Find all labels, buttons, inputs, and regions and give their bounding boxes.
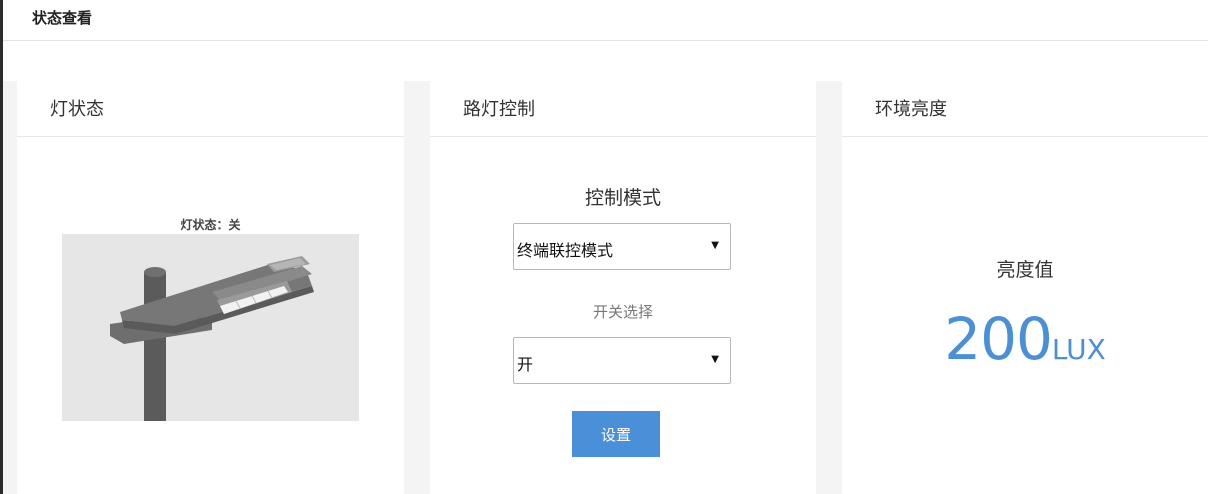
control-mode-value: 终端联控模式: [517, 241, 614, 260]
ambient-light-card: 环境亮度 亮度值 200LUX: [842, 81, 1208, 494]
switch-value: 开: [517, 355, 534, 374]
street-lamp-image: [62, 234, 359, 421]
brightness-reading: 200LUX: [842, 305, 1208, 373]
switch-select-label: 开关选择: [592, 303, 653, 321]
dropdown-arrow-icon: ▼: [711, 354, 719, 365]
set-button[interactable]: 设置: [572, 411, 660, 457]
header-spacer: [3, 41, 1208, 81]
card-title: 路灯控制: [463, 99, 535, 120]
lamp-status-text: 灯状态：关: [180, 218, 241, 232]
page-header: 状态查看: [3, 0, 1208, 40]
lamp-status-card: 灯状态 灯状态：关: [17, 81, 404, 494]
card-header: 环境亮度: [842, 81, 1208, 137]
card-header: 灯状态: [17, 81, 404, 137]
brightness-value: 200: [944, 305, 1053, 373]
brightness-unit: LUX: [1051, 333, 1106, 366]
control-mode-label: 控制模式: [584, 187, 661, 209]
page-title: 状态查看: [32, 9, 93, 27]
control-mode-select[interactable]: 终端联控模式 ▼: [513, 223, 731, 270]
brightness-label: 亮度值: [996, 259, 1054, 281]
card-title: 灯状态: [50, 99, 104, 120]
switch-select[interactable]: 开 ▼: [513, 337, 731, 384]
card-title: 环境亮度: [875, 99, 947, 120]
dropdown-arrow-icon: ▼: [711, 240, 719, 251]
lamp-control-card: 路灯控制 控制模式 终端联控模式 ▼ 开关选择 开 ▼ 设置: [430, 81, 816, 494]
card-header: 路灯控制: [430, 81, 816, 137]
street-lamp-icon: [62, 234, 359, 421]
